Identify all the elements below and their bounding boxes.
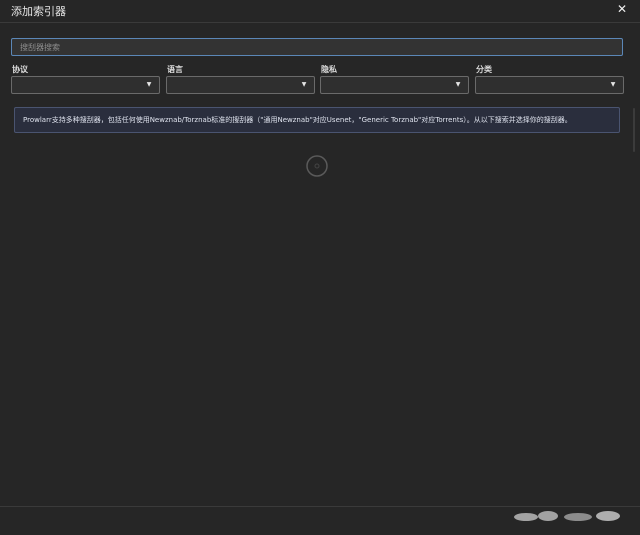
- modal-title: 添加索引器: [11, 5, 66, 18]
- modal-header: 添加索引器 ✕: [0, 0, 640, 23]
- protocol-select[interactable]: ▼: [11, 76, 160, 94]
- chevron-down-icon: ▼: [455, 81, 461, 88]
- scrollbar[interactable]: [633, 108, 635, 152]
- filter-label: 隐私: [321, 65, 337, 74]
- indexer-search-input[interactable]: [11, 38, 623, 56]
- spinner-icon: [305, 154, 329, 178]
- filter-row: 协议 ▼ 语言 ▼ 隐私 ▼ 分类 ▼: [11, 64, 624, 96]
- language-select[interactable]: ▼: [166, 76, 315, 94]
- chevron-down-icon: ▼: [301, 81, 307, 88]
- filter-category: 分类 ▼: [475, 64, 624, 96]
- watermark-logo: [508, 507, 628, 525]
- filter-label: 语言: [167, 65, 183, 74]
- chevron-down-icon: ▼: [610, 81, 616, 88]
- chevron-down-icon: ▼: [146, 81, 152, 88]
- filter-privacy: 隐私 ▼: [320, 64, 469, 96]
- filter-protocol: 协议 ▼: [11, 64, 160, 96]
- privacy-select[interactable]: ▼: [320, 76, 469, 94]
- category-select[interactable]: ▼: [475, 76, 624, 94]
- add-indexer-modal: 添加索引器 ✕ 协议 ▼ 语言 ▼ 隐私 ▼: [0, 0, 640, 535]
- close-icon: ✕: [616, 2, 628, 16]
- filter-label: 协议: [12, 65, 28, 74]
- close-button[interactable]: ✕: [615, 2, 629, 16]
- filter-language: 语言 ▼: [166, 64, 315, 96]
- filter-label: 分类: [476, 65, 492, 74]
- info-alert: Prowlarr支持多种搜刮器，包括任何使用Newznab/Torznab标准的…: [14, 107, 620, 133]
